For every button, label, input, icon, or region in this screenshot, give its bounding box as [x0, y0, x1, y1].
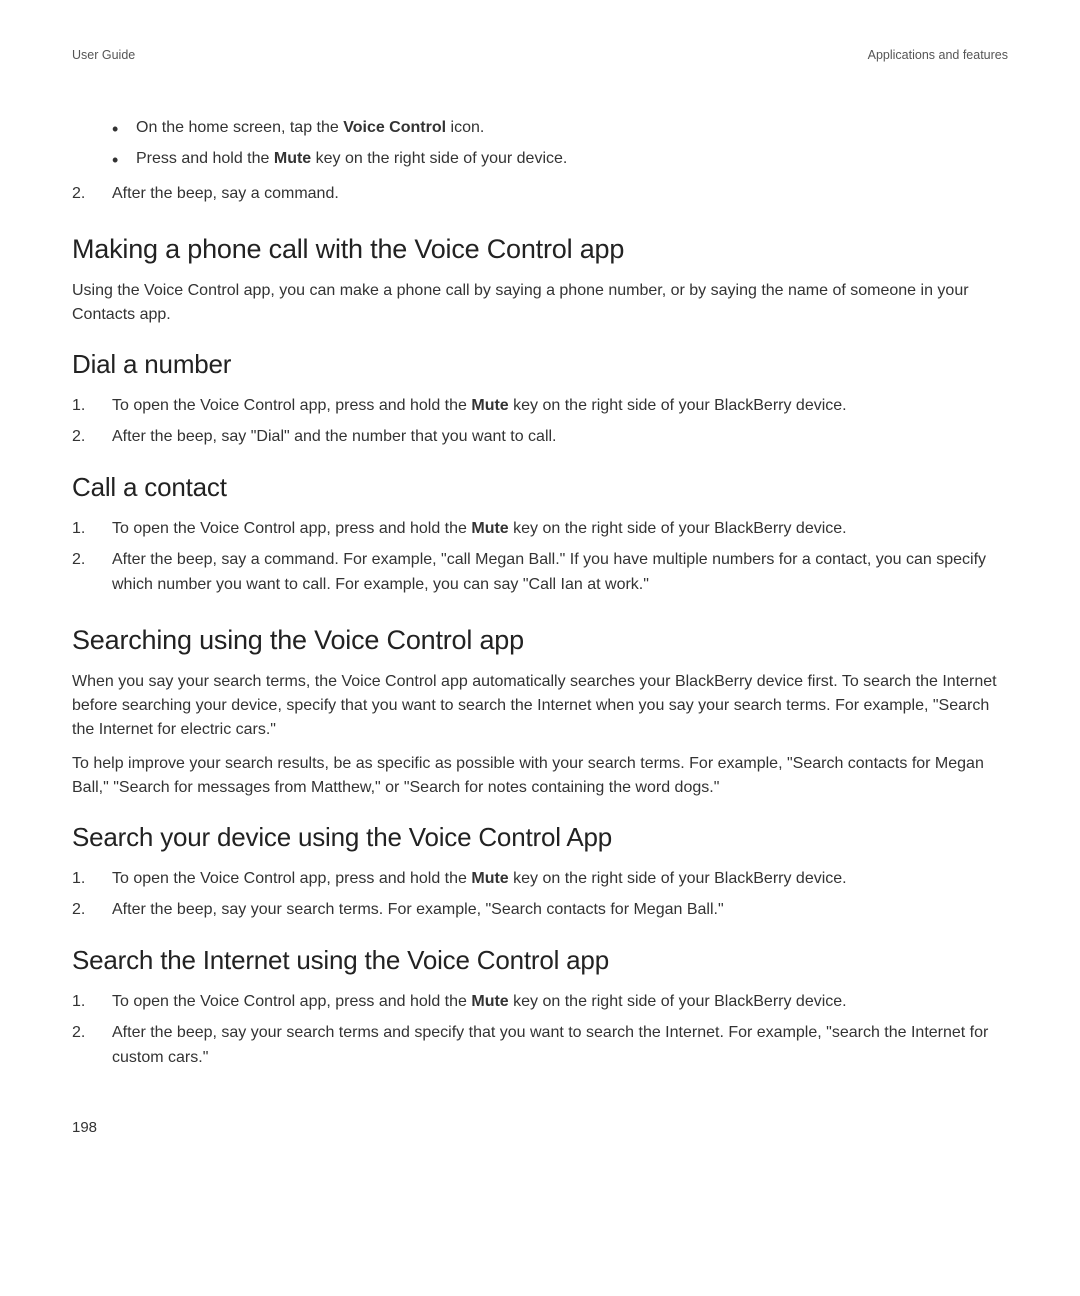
step-number: 1.	[72, 394, 112, 419]
text-run: key on the right side of your BlackBerry…	[509, 870, 847, 887]
numbered-list: 1. To open the Voice Control app, press …	[72, 517, 1008, 597]
header-right: Applications and features	[868, 48, 1008, 62]
heading-search-the-internet: Search the Internet using the Voice Cont…	[72, 945, 1008, 976]
step-number: 1.	[72, 517, 112, 542]
list-item: 2. After the beep, say a command. For ex…	[72, 548, 1008, 598]
heading-making-a-phone-call: Making a phone call with the Voice Contr…	[72, 234, 1008, 265]
list-item: 2. After the beep, say your search terms…	[72, 1021, 1008, 1071]
bold-text: Mute	[471, 870, 508, 887]
paragraph: When you say your search terms, the Voic…	[72, 670, 1008, 742]
list-item: 1. To open the Voice Control app, press …	[72, 867, 1008, 892]
header-left: User Guide	[72, 48, 135, 62]
heading-dial-a-number: Dial a number	[72, 349, 1008, 380]
list-item: 2. After the beep, say "Dial" and the nu…	[72, 425, 1008, 450]
text-run: key on the right side of your BlackBerry…	[509, 520, 847, 537]
step-text: After the beep, say your search terms an…	[112, 1021, 1008, 1071]
step-number: 2.	[72, 548, 112, 598]
step-number: 2.	[72, 425, 112, 450]
numbered-list: 1. To open the Voice Control app, press …	[72, 990, 1008, 1070]
text-run: key on the right side of your device.	[311, 150, 567, 167]
page-content: On the home screen, tap the Voice Contro…	[72, 116, 1008, 1070]
bold-text: Voice Control	[343, 119, 446, 136]
step-number: 2.	[72, 1021, 112, 1071]
step-number: 2.	[72, 182, 112, 207]
bold-text: Mute	[471, 397, 508, 414]
bold-text: Mute	[274, 150, 311, 167]
text-run: To open the Voice Control app, press and…	[112, 870, 471, 887]
numbered-list: 1. To open the Voice Control app, press …	[72, 867, 1008, 923]
step-number: 2.	[72, 898, 112, 923]
heading-searching-using-voice-control: Searching using the Voice Control app	[72, 625, 1008, 656]
numbered-list: 2. After the beep, say a command.	[72, 182, 1008, 207]
step-number: 1.	[72, 867, 112, 892]
page-number: 198	[72, 1119, 97, 1136]
list-item: On the home screen, tap the Voice Contro…	[136, 116, 1008, 141]
bold-text: Mute	[471, 993, 508, 1010]
bold-text: Mute	[471, 520, 508, 537]
list-item: 2. After the beep, say a command.	[72, 182, 1008, 207]
heading-call-a-contact: Call a contact	[72, 472, 1008, 503]
page-header: User Guide Applications and features	[72, 48, 1008, 62]
text-run: Press and hold the	[136, 150, 274, 167]
step-number: 1.	[72, 990, 112, 1015]
step-text: To open the Voice Control app, press and…	[112, 990, 1008, 1015]
step-text: After the beep, say "Dial" and the numbe…	[112, 425, 1008, 450]
text-run: On the home screen, tap the	[136, 119, 343, 136]
text-run: To open the Voice Control app, press and…	[112, 993, 471, 1010]
text-run: icon.	[446, 119, 484, 136]
step-text: After the beep, say a command. For examp…	[112, 548, 1008, 598]
step-text: To open the Voice Control app, press and…	[112, 867, 1008, 892]
top-bullet-list: On the home screen, tap the Voice Contro…	[136, 116, 1008, 172]
text-run: To open the Voice Control app, press and…	[112, 520, 471, 537]
list-item: Press and hold the Mute key on the right…	[136, 147, 1008, 172]
step-text: To open the Voice Control app, press and…	[112, 517, 1008, 542]
text-run: To open the Voice Control app, press and…	[112, 397, 471, 414]
list-item: 1. To open the Voice Control app, press …	[72, 394, 1008, 419]
paragraph: To help improve your search results, be …	[72, 752, 1008, 800]
step-text: To open the Voice Control app, press and…	[112, 394, 1008, 419]
list-item: 2. After the beep, say your search terms…	[72, 898, 1008, 923]
text-run: key on the right side of your BlackBerry…	[509, 993, 847, 1010]
list-item: 1. To open the Voice Control app, press …	[72, 990, 1008, 1015]
step-text: After the beep, say your search terms. F…	[112, 898, 1008, 923]
list-item: 1. To open the Voice Control app, press …	[72, 517, 1008, 542]
step-text: After the beep, say a command.	[112, 182, 1008, 207]
heading-search-your-device: Search your device using the Voice Contr…	[72, 822, 1008, 853]
text-run: key on the right side of your BlackBerry…	[509, 397, 847, 414]
numbered-list: 1. To open the Voice Control app, press …	[72, 394, 1008, 450]
paragraph: Using the Voice Control app, you can mak…	[72, 279, 1008, 327]
